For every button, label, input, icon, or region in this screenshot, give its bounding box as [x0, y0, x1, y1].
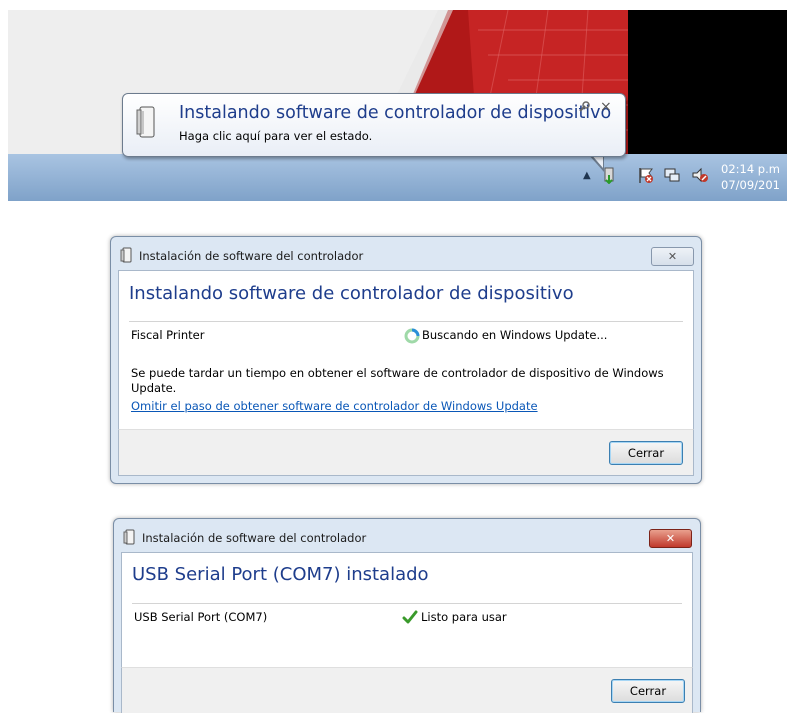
close-button[interactable]: Cerrar [611, 679, 685, 703]
clock-date: 07/09/201 [721, 178, 780, 192]
driver-install-dialog-searching: Instalación de software del controlador … [110, 236, 702, 484]
device-status: Listo para usar [421, 610, 507, 624]
device-driver-icon [123, 529, 135, 545]
dialog-content: USB Serial Port (COM7) instalado USB Ser… [121, 552, 693, 668]
divider [129, 321, 683, 322]
dialog-title: Instalación de software del controlador [139, 249, 364, 263]
volume-muted-icon[interactable] [691, 166, 709, 184]
device-driver-icon [136, 106, 155, 138]
taskbar-clock[interactable]: 02:14 p.m 07/09/201 [721, 161, 780, 193]
dialog-footer: Cerrar [118, 429, 694, 476]
page-heading: Instalando software de controlador de di… [129, 283, 574, 304]
device-name: Fiscal Printer [131, 328, 205, 342]
balloon-subtitle: Haga clic aquí para ver el estado. [179, 129, 373, 143]
info-text: Se puede tardar un tiempo en obtener el … [131, 366, 664, 395]
checkmark-icon [402, 610, 418, 624]
clock-time: 02:14 p.m [721, 162, 780, 176]
network-icon[interactable] [663, 166, 681, 184]
close-window-button[interactable]: ✕ [651, 247, 694, 266]
dialog-content: Instalando software de controlador de di… [118, 270, 694, 430]
dialog-title: Instalación de software del controlador [142, 531, 367, 545]
divider [132, 603, 682, 604]
skip-windows-update-link[interactable]: Omitir el paso de obtener software de co… [131, 399, 538, 413]
dialog-titlebar[interactable]: Instalación de software del controlador … [111, 237, 701, 270]
balloon-title: Instalando software de controlador de di… [179, 103, 612, 123]
device-driver-icon [120, 247, 132, 263]
taskbar: ▲ 02:14 p.m 07/09/201 [8, 154, 787, 201]
close-window-button[interactable]: ✕ [649, 529, 692, 548]
close-button[interactable]: Cerrar [609, 441, 683, 465]
busy-spinner-icon [404, 328, 420, 344]
driver-install-dialog-installed: Instalación de software del controlador … [113, 518, 701, 713]
page-heading: USB Serial Port (COM7) instalado [132, 564, 429, 585]
notification-balloon[interactable]: Instalando software de controlador de di… [122, 93, 626, 157]
action-center-flag-icon[interactable] [637, 166, 655, 184]
dialog-footer: Cerrar [121, 667, 693, 713]
balloon-close-button[interactable]: × [600, 99, 612, 115]
wrench-icon[interactable] [578, 101, 590, 113]
device-status: Buscando en Windows Update... [422, 328, 608, 342]
dialog-titlebar[interactable]: Instalación de software del controlador … [114, 519, 700, 552]
device-name: USB Serial Port (COM7) [134, 610, 268, 624]
